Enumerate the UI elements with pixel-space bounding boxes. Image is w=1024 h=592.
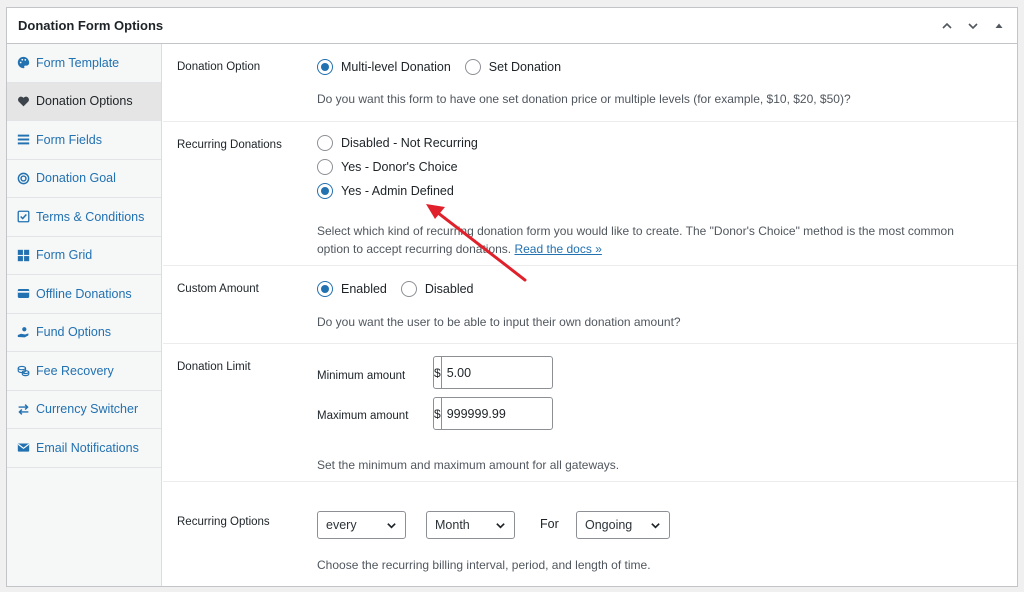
sidebar-item-label: Terms & Conditions [36,209,145,224]
sidebar-item-currency-switcher[interactable]: Currency Switcher [7,391,161,429]
minimum-currency-symbol: $ [434,357,442,388]
hand-coin-icon [17,326,30,339]
maximum-amount-input[interactable] [441,398,608,429]
custom-amount-enabled-radio[interactable] [317,281,333,297]
donation-option-row: Donation Option Multi-level Donation Set… [163,44,1017,122]
set-donation-radio[interactable] [464,59,481,75]
custom-amount-disabled-radio[interactable] [400,281,417,297]
sidebar-item-label: Email Notifications [36,440,139,455]
recurring-disabled-label[interactable]: Disabled - Not Recurring [341,136,478,150]
recurring-donations-row: Recurring Donations Disabled - Not Recur… [163,122,1017,266]
options-sidebar: Form Template Donation Options Form Fiel… [7,44,162,586]
sidebar-item-fee-recovery[interactable]: Fee Recovery [7,352,161,391]
sidebar-item-label: Form Grid [36,248,93,263]
recurring-admin-defined-radio[interactable] [317,183,333,199]
for-label: For [540,517,559,531]
sidebar-item-terms-conditions[interactable]: Terms & Conditions [7,198,161,237]
sidebar-item-label: Fund Options [36,325,112,340]
move-up-icon[interactable] [937,17,957,35]
recurring-options-row: Recurring Options every Month For Ongoin… [163,482,1017,592]
heart-icon [17,95,30,108]
panel-header-controls [937,17,1009,35]
sidebar-item-label: Form Fields [36,132,102,147]
sidebar-item-offline-donations[interactable]: Offline Donations [7,275,161,314]
chevron-down-icon [651,523,660,529]
checkbox-icon [17,210,30,223]
panel-title: Donation Form Options [18,18,164,33]
sidebar-item-label: Donation Options [36,94,133,109]
custom-amount-row: Custom Amount Enabled Disabled Do you wa… [163,266,1017,344]
sidebar-item-email-notifications[interactable]: Email Notifications [7,429,161,468]
recurring-description-line2: option to accept recurring donations. [317,242,515,256]
card-icon [17,287,30,300]
grid-icon [17,249,30,262]
recurring-donors-choice-label[interactable]: Yes - Donor's Choice [341,160,458,174]
minimum-amount-input[interactable] [441,357,608,388]
donation-option-label: Donation Option [177,61,261,73]
multi-level-donation-label[interactable]: Multi-level Donation [341,60,451,74]
maximum-amount-field: $ [433,397,608,430]
options-content: Donation Option Multi-level Donation Set… [163,44,1017,586]
recurring-admin-defined-label[interactable]: Yes - Admin Defined [341,184,454,198]
read-the-docs-link[interactable]: Read the docs » [514,242,601,256]
recurring-interval-value: every [326,518,357,532]
donation-limit-label: Donation Limit [177,361,251,373]
sidebar-item-form-template[interactable]: Form Template [7,44,161,83]
coins-icon [17,364,30,377]
swap-icon [17,403,30,416]
sidebar-item-donation-options[interactable]: Donation Options [7,82,161,121]
minimum-amount-field: $ [433,356,608,389]
donation-option-radio-group: Multi-level Donation Set Donation [317,59,575,75]
custom-amount-description: Do you want the user to be able to input… [317,315,681,329]
list-icon [17,133,30,146]
recurring-admin-defined-option: Yes - Admin Defined [317,183,468,199]
sidebar-item-form-grid[interactable]: Form Grid [7,237,161,275]
recurring-description-line1: Select which kind of recurring donation … [317,224,954,238]
recurring-disabled-option: Disabled - Not Recurring [317,135,492,151]
multi-level-donation-radio[interactable] [317,59,333,75]
chevron-down-icon [496,523,505,529]
sidebar-item-form-fields[interactable]: Form Fields [7,121,161,160]
sidebar-item-label: Currency Switcher [36,402,139,417]
recurring-donations-description: Select which kind of recurring donation … [317,222,954,258]
donation-limit-row: Donation Limit Minimum amount $ Maximum … [163,344,1017,482]
target-icon [17,172,30,185]
sidebar-item-donation-goal[interactable]: Donation Goal [7,160,161,198]
custom-amount-radio-group: Enabled Disabled [317,281,488,297]
donation-option-description: Do you want this form to have one set do… [317,92,851,106]
recurring-options-label: Recurring Options [177,516,270,528]
panel-header: Donation Form Options [7,8,1017,44]
donation-limit-description: Set the minimum and maximum amount for a… [317,458,620,472]
custom-amount-enabled-label[interactable]: Enabled [341,282,387,296]
custom-amount-disabled-label[interactable]: Disabled [425,282,474,296]
minimum-amount-label: Minimum amount [317,370,406,382]
palette-icon [17,56,30,69]
collapse-toggle-icon[interactable] [989,17,1009,35]
custom-amount-label: Custom Amount [177,283,259,295]
maximum-amount-label: Maximum amount [317,410,409,422]
recurring-donations-label: Recurring Donations [177,139,282,151]
donation-form-options-panel: Donation Form Options Form Template Dona… [6,7,1018,587]
recurring-disabled-radio[interactable] [317,135,333,151]
sidebar-item-label: Offline Donations [36,286,132,301]
recurring-length-select[interactable]: Ongoing [576,511,670,539]
sidebar-item-fund-options[interactable]: Fund Options [7,314,161,352]
recurring-length-value: Ongoing [585,518,633,532]
chevron-down-icon [387,523,396,529]
recurring-period-select[interactable]: Month [426,511,515,539]
recurring-period-value: Month [435,518,470,532]
sidebar-item-label: Donation Goal [36,171,116,186]
recurring-options-description: Choose the recurring billing interval, p… [317,558,651,572]
set-donation-label[interactable]: Set Donation [489,60,561,74]
recurring-interval-select[interactable]: every [317,511,406,539]
sidebar-item-label: Form Template [36,55,120,70]
recurring-donors-choice-radio[interactable] [317,159,333,175]
move-down-icon[interactable] [963,17,983,35]
maximum-currency-symbol: $ [434,398,442,429]
envelope-icon [17,441,30,454]
sidebar-item-label: Fee Recovery [36,363,114,378]
recurring-donors-choice-option: Yes - Donor's Choice [317,159,472,175]
